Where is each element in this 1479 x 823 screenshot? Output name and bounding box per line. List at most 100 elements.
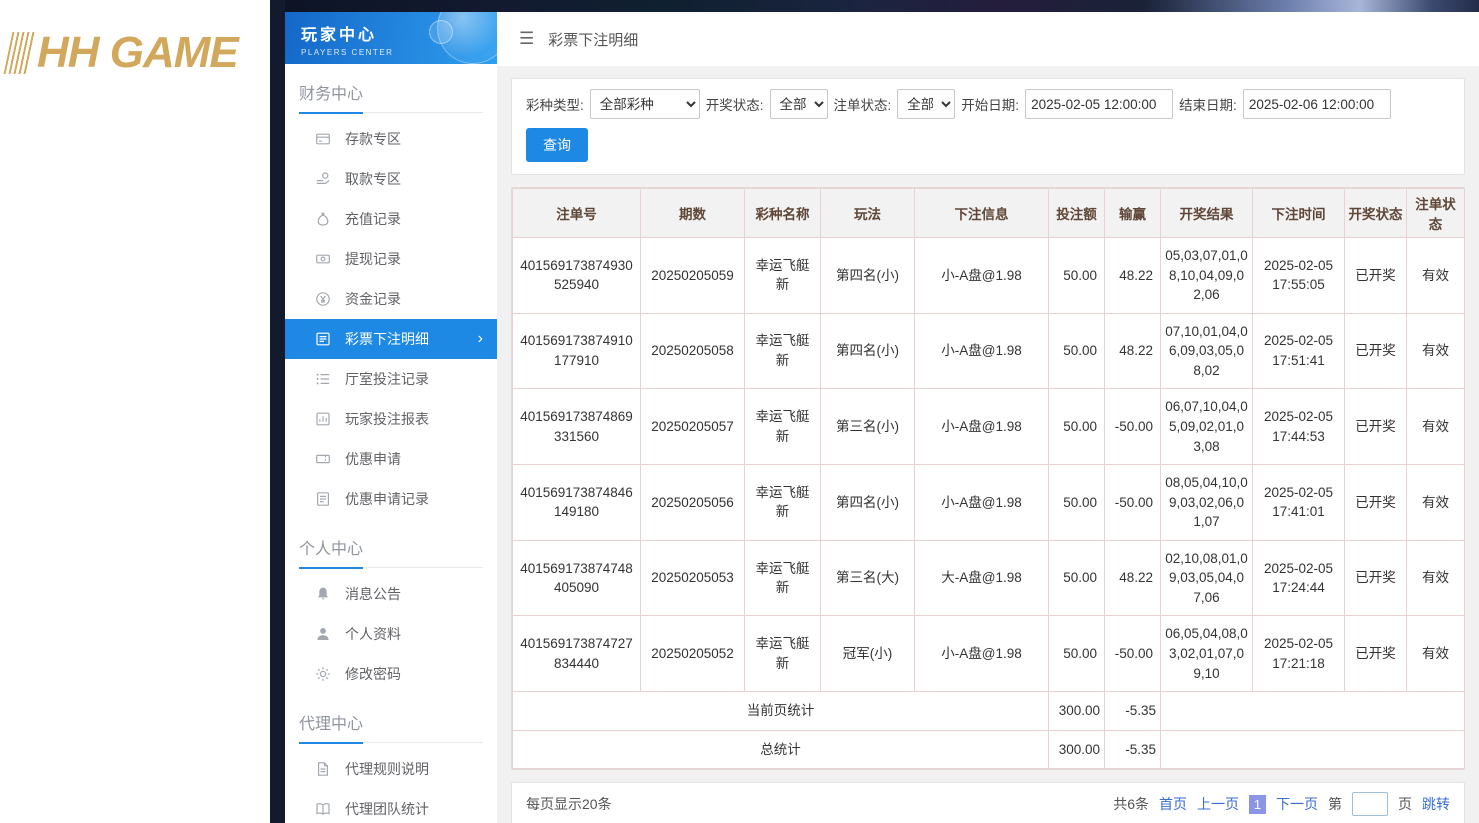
chevron-right-icon: › <box>478 331 483 347</box>
cell-draw-status: 已开奖 <box>1345 465 1407 541</box>
sidebar-item[interactable]: 修改密码 <box>285 654 497 694</box>
sidebar-item[interactable]: 优惠申请记录 <box>285 479 497 519</box>
cell-period: 20250205058 <box>641 313 745 389</box>
summary-row: 当前页统计300.00-5.35 <box>513 692 1465 731</box>
cell-bet-no: 401569173874910177910 <box>513 313 641 389</box>
table-footer: 每页显示20条 共6条 首页 上一页 1 下一页 第 页 跳转 <box>511 782 1465 823</box>
sidebar-header: 玩家中心 PLAYERS CENTER <box>285 12 497 64</box>
table-header-row: 注单号期数彩种名称玩法下注信息投注额输赢开奖结果下注时间开奖状态注单状态 <box>513 189 1465 238</box>
total-count: 共6条 <box>1113 794 1149 814</box>
table-row: 40156917387491017791020250205058幸运飞艇新第四名… <box>513 313 1465 389</box>
cell-lottery: 幸运飞艇新 <box>745 238 821 314</box>
summary-empty <box>1161 692 1465 731</box>
bet-status-select[interactable]: 全部 <box>897 89 955 119</box>
sidebar-item-label: 优惠申请 <box>345 449 401 469</box>
cell-win-loss: -50.00 <box>1105 616 1161 692</box>
cell-draw-status: 已开奖 <box>1345 389 1407 465</box>
main-header: ☰ 彩票下注明细 <box>497 12 1479 66</box>
cell-period: 20250205052 <box>641 616 745 692</box>
query-button[interactable]: 查询 <box>526 128 588 162</box>
cell-result: 06,05,04,08,03,02,01,07,09,10 <box>1161 616 1253 692</box>
sidebar-item[interactable]: 消息公告 <box>285 574 497 614</box>
prev-page-link[interactable]: 上一页 <box>1197 794 1239 814</box>
cell-bet-status: 有效 <box>1407 389 1465 465</box>
bet-table: 注单号期数彩种名称玩法下注信息投注额输赢开奖结果下注时间开奖状态注单状态 401… <box>512 188 1465 769</box>
summary-label: 当前页统计 <box>513 692 1049 731</box>
cell-amount: 50.00 <box>1049 313 1105 389</box>
cell-time: 2025-02-05 17:21:18 <box>1253 616 1345 692</box>
sidebar-item[interactable]: 个人资料 <box>285 614 497 654</box>
column-header: 下注信息 <box>915 189 1049 238</box>
summary-row: 总统计300.00-5.35 <box>513 730 1465 769</box>
cell-bet-no: 401569173874846149180 <box>513 465 641 541</box>
sidebar-item[interactable]: 提现记录 <box>285 239 497 279</box>
cell-time: 2025-02-05 17:44:53 <box>1253 389 1345 465</box>
filter-panel: 彩种类型: 全部彩种 开奖状态: 全部 注单状态: 全部 <box>511 78 1465 175</box>
summary-label: 总统计 <box>513 730 1049 769</box>
cell-period: 20250205056 <box>641 465 745 541</box>
sidebar-item[interactable]: 代理团队统计 <box>285 789 497 823</box>
cell-lottery: 幸运飞艇新 <box>745 616 821 692</box>
start-date-input[interactable] <box>1025 89 1173 119</box>
content: 彩种类型: 全部彩种 开奖状态: 全部 注单状态: 全部 <box>497 66 1479 823</box>
cell-lottery: 幸运飞艇新 <box>745 540 821 616</box>
end-date-label: 结束日期: <box>1179 94 1237 114</box>
table-row: 40156917387472783444020250205052幸运飞艇新冠军(… <box>513 616 1465 692</box>
jump-button[interactable]: 跳转 <box>1422 794 1450 814</box>
sidebar-item[interactable]: 存款专区 <box>285 119 497 159</box>
table-body: 40156917387493052594020250205059幸运飞艇新第四名… <box>513 238 1465 769</box>
table-row: 40156917387493052594020250205059幸运飞艇新第四名… <box>513 238 1465 314</box>
cell-bet-no: 401569173874727834440 <box>513 616 641 692</box>
sidebar-item[interactable]: 优惠申请 <box>285 439 497 479</box>
sidebar-item[interactable]: 资金记录 <box>285 279 497 319</box>
summary-win-loss: -5.35 <box>1105 730 1161 769</box>
column-header: 开奖结果 <box>1161 189 1253 238</box>
summary-amount: 300.00 <box>1049 730 1105 769</box>
gear-icon <box>315 666 331 682</box>
sidebar-item[interactable]: 玩家投注报表 <box>285 399 497 439</box>
sidebar-item[interactable]: 彩票下注明细› <box>285 319 497 359</box>
summary-win-loss: -5.35 <box>1105 692 1161 731</box>
cell-result: 08,05,04,10,09,03,02,06,01,07 <box>1161 465 1253 541</box>
promo-record-icon <box>315 491 331 507</box>
summary-amount: 300.00 <box>1049 692 1105 731</box>
cell-bet-status: 有效 <box>1407 616 1465 692</box>
page-jump-input[interactable] <box>1352 792 1388 816</box>
sidebar-item[interactable]: 代理规则说明 <box>285 749 497 789</box>
sidebar-item[interactable]: 厅室投注记录 <box>285 359 497 399</box>
cell-time: 2025-02-05 17:51:41 <box>1253 313 1345 389</box>
cell-draw-status: 已开奖 <box>1345 313 1407 389</box>
promo-icon <box>315 451 331 467</box>
hall-bet-icon <box>315 371 331 387</box>
cell-amount: 50.00 <box>1049 616 1105 692</box>
cell-draw-status: 已开奖 <box>1345 238 1407 314</box>
first-page-link[interactable]: 首页 <box>1159 794 1187 814</box>
column-header: 输赢 <box>1105 189 1161 238</box>
menu-toggle-icon[interactable]: ☰ <box>519 29 534 49</box>
cell-play: 冠军(小) <box>821 616 915 692</box>
sidebar-item[interactable]: 充值记录 <box>285 199 497 239</box>
cell-lottery: 幸运飞艇新 <box>745 313 821 389</box>
cell-win-loss: 48.22 <box>1105 238 1161 314</box>
cell-time: 2025-02-05 17:41:01 <box>1253 465 1345 541</box>
doc-icon <box>315 761 331 777</box>
cell-amount: 50.00 <box>1049 389 1105 465</box>
current-page-indicator[interactable]: 1 <box>1249 795 1266 814</box>
cell-bet-info: 小-A盘@1.98 <box>915 313 1049 389</box>
end-date-input[interactable] <box>1243 89 1391 119</box>
sidebar-item[interactable]: 取款专区 <box>285 159 497 199</box>
brand-stripes-decoration <box>4 32 37 74</box>
pagination: 共6条 首页 上一页 1 下一页 第 页 跳转 <box>1113 792 1450 816</box>
next-page-link[interactable]: 下一页 <box>1276 794 1318 814</box>
cell-play: 第四名(小) <box>821 313 915 389</box>
cell-draw-status: 已开奖 <box>1345 616 1407 692</box>
lottery-type-select[interactable]: 全部彩种 <box>590 89 700 119</box>
column-header: 投注额 <box>1049 189 1105 238</box>
sidebar-item-label: 个人资料 <box>345 624 401 644</box>
draw-status-select[interactable]: 全部 <box>770 89 828 119</box>
left-dark-strip <box>270 0 285 823</box>
top-banner <box>285 0 1479 12</box>
cell-period: 20250205059 <box>641 238 745 314</box>
cell-period: 20250205053 <box>641 540 745 616</box>
sidebar-item-label: 取款专区 <box>345 169 401 189</box>
